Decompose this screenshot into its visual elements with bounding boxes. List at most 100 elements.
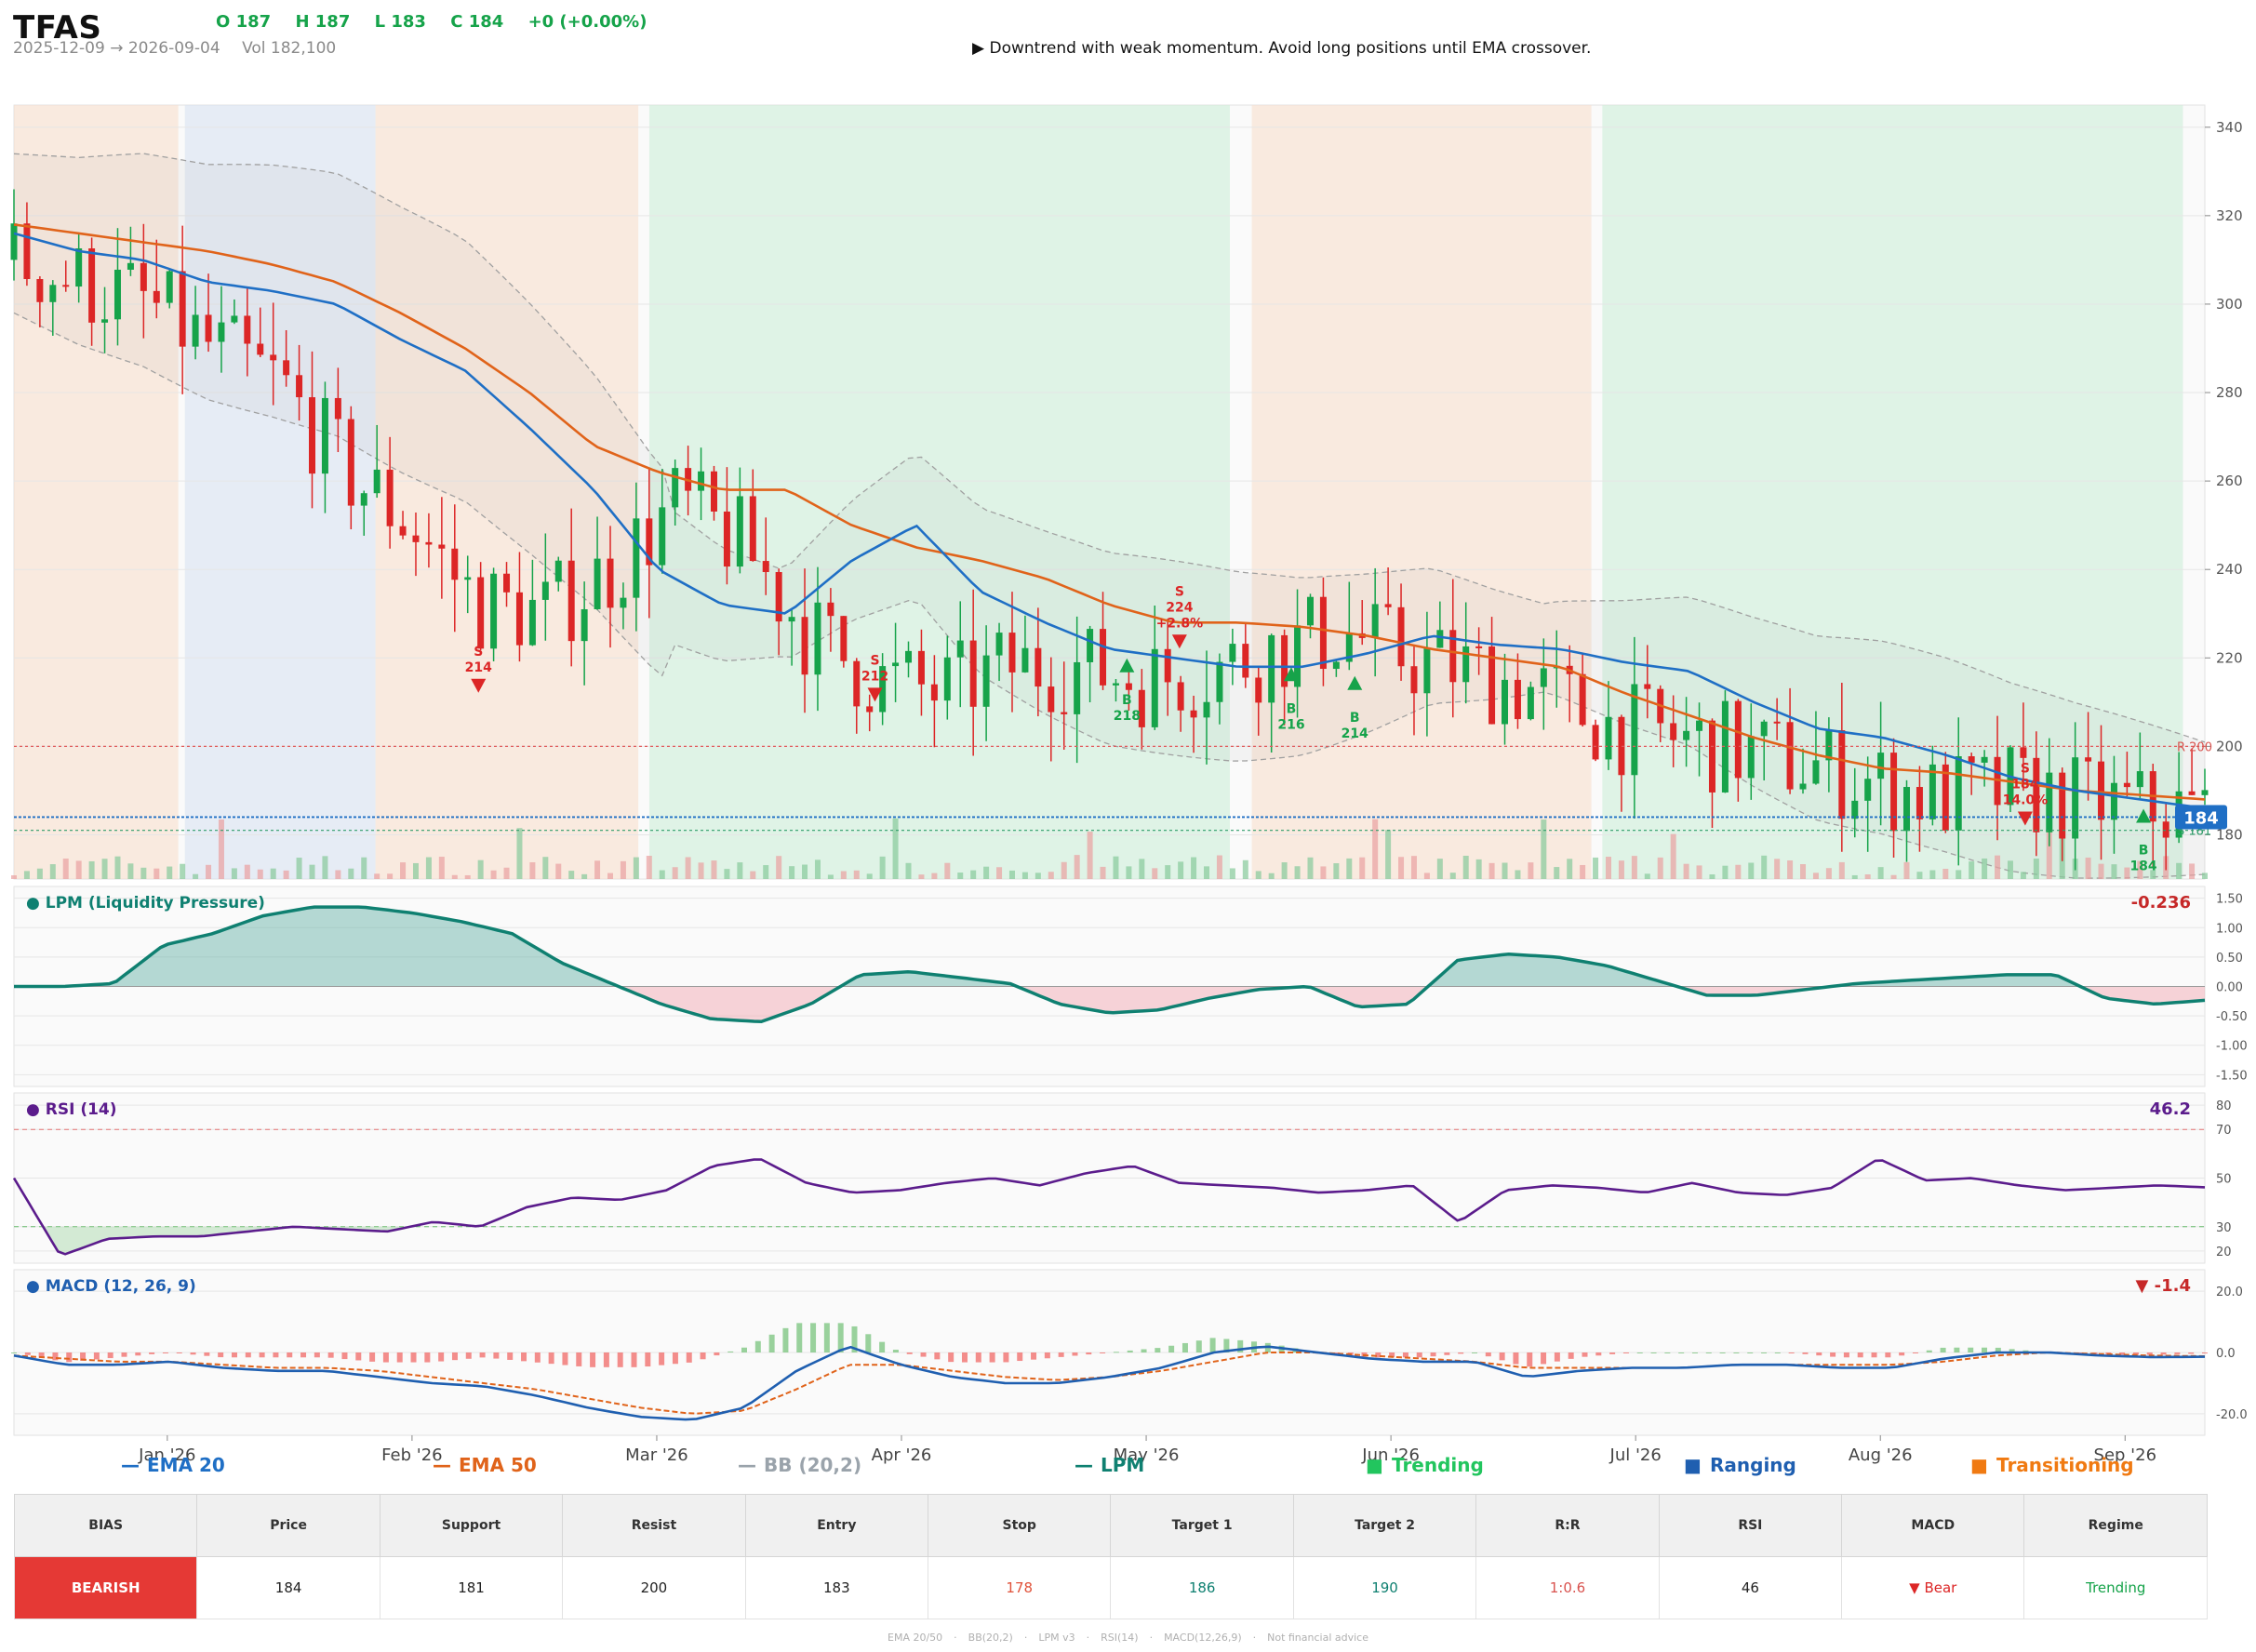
volume-bar (1139, 859, 1145, 879)
volume-bar (140, 867, 147, 879)
macd-histogram-bar (396, 1352, 403, 1363)
candle-body (2085, 757, 2092, 762)
legend-label: Ranging (1710, 1454, 1796, 1476)
macd-histogram-bar (24, 1352, 31, 1355)
volume-bar (1787, 860, 1794, 879)
volume-bar (231, 868, 237, 879)
volume-bar (1333, 863, 1340, 879)
volume-bar (711, 860, 717, 879)
volume-bar (1372, 819, 1379, 879)
table-header-cell: BIAS (13, 1494, 198, 1557)
macd-histogram-bar (410, 1352, 417, 1363)
macd-histogram-bar (1541, 1352, 1547, 1365)
macd-histogram-bar (906, 1352, 913, 1354)
candle-body (1048, 686, 1055, 713)
volume-bar (2189, 863, 2196, 879)
volume-bar (114, 856, 121, 879)
candle-body (659, 507, 666, 566)
macd-histogram-bar (1885, 1352, 1891, 1358)
volume-bar (776, 856, 782, 879)
macd-histogram-bar (1871, 1352, 1877, 1358)
lpm-tick-label: 1.00 (2216, 922, 2243, 936)
macd-histogram-bar (11, 1352, 17, 1353)
macd-histogram-bar (300, 1352, 307, 1358)
macd-tick-label: 0.0 (2216, 1347, 2236, 1361)
volume-bar (1709, 874, 1715, 879)
volume-bar (555, 863, 562, 879)
table-value-cell: 178 (928, 1556, 1112, 1619)
footer-item: RSI(14) (1101, 1632, 1139, 1644)
macd-histogram-bar (934, 1352, 941, 1360)
candle-body (231, 315, 238, 323)
volume-bar (490, 870, 497, 879)
candle-body (1190, 710, 1197, 718)
legend-item: — LPM (1075, 1454, 1144, 1476)
volume-bar (1877, 867, 1884, 879)
volume-bar (374, 873, 380, 879)
candle-body (1423, 647, 1431, 694)
volume-bar (1410, 856, 1417, 879)
candle-body (296, 375, 303, 398)
footer-notes: EMA 20/50 · BB(20,2) · LPM v3 · RSI(14) · MACD(1… (0, 1632, 2256, 1644)
candle-body (334, 397, 341, 420)
volume-bar (1541, 819, 1547, 879)
volume-bar (1126, 866, 1132, 879)
volume-bar (1605, 857, 1611, 879)
sell-signal-label: S (2021, 761, 2030, 776)
macd-histogram-bar (1664, 1352, 1671, 1353)
volume-bar (1502, 862, 1508, 879)
macd-histogram-bar (1954, 1347, 1960, 1352)
candle-body (2059, 772, 2066, 839)
volume-bar (1956, 870, 1962, 879)
candle-body (710, 471, 717, 512)
candle-body (1436, 630, 1444, 648)
volume-bar (1838, 861, 1845, 879)
volume-bar (581, 873, 588, 879)
rsi-current-value: 46.2 (2150, 1099, 2191, 1119)
price-tick-label: 340 (2216, 119, 2243, 136)
macd-histogram-bar (548, 1352, 554, 1365)
buy-signal-label: 184 (2129, 859, 2156, 873)
volume-bar (1307, 857, 1314, 879)
table-value-cell: 190 (1292, 1556, 1477, 1619)
chart-canvas[interactable]: 180200220240260280300320340R 200S 181184… (0, 0, 2256, 1488)
volume-bar (361, 857, 367, 879)
candle-body (1527, 686, 1534, 720)
volume-bar (1048, 872, 1054, 879)
macd-histogram-bar (521, 1352, 527, 1362)
table-value-cell: Trending (2023, 1556, 2208, 1619)
volume-bar (1864, 874, 1871, 879)
volume-bar (1359, 857, 1366, 879)
candle-body (528, 599, 536, 646)
volume-bar (1449, 873, 1456, 879)
candle-body (633, 518, 640, 598)
macd-histogram-bar (1209, 1338, 1216, 1352)
candle-body (969, 640, 977, 707)
table-header-cell: MACD (1841, 1494, 2025, 1557)
volume-bar (348, 868, 354, 879)
candle-body (88, 248, 96, 323)
candle-body (113, 269, 121, 320)
sell-signal-label: S (474, 645, 483, 659)
candle-body (257, 343, 264, 355)
table-header-cell: Entry (744, 1494, 929, 1557)
volume-bar (193, 873, 199, 879)
macd-histogram-bar (1031, 1352, 1037, 1360)
volume-bar (1618, 860, 1624, 879)
candle-body (2136, 771, 2143, 788)
volume-bar (1995, 855, 2001, 879)
macd-histogram-bar (1691, 1352, 1698, 1353)
candle-body (866, 706, 874, 713)
candle-body (1332, 661, 1340, 670)
volume-bar (659, 870, 665, 879)
candle-body (930, 684, 938, 701)
buy-signal-label: B (2139, 843, 2149, 858)
candle-body (464, 577, 472, 580)
macd-histogram-bar (1086, 1352, 1092, 1355)
table-value-cell: 183 (744, 1556, 929, 1619)
volume-bar (438, 857, 445, 879)
macd-histogram-bar (1705, 1352, 1712, 1353)
macd-histogram-bar (1458, 1352, 1464, 1354)
volume-bar (75, 860, 82, 879)
macd-histogram-bar (782, 1327, 789, 1352)
